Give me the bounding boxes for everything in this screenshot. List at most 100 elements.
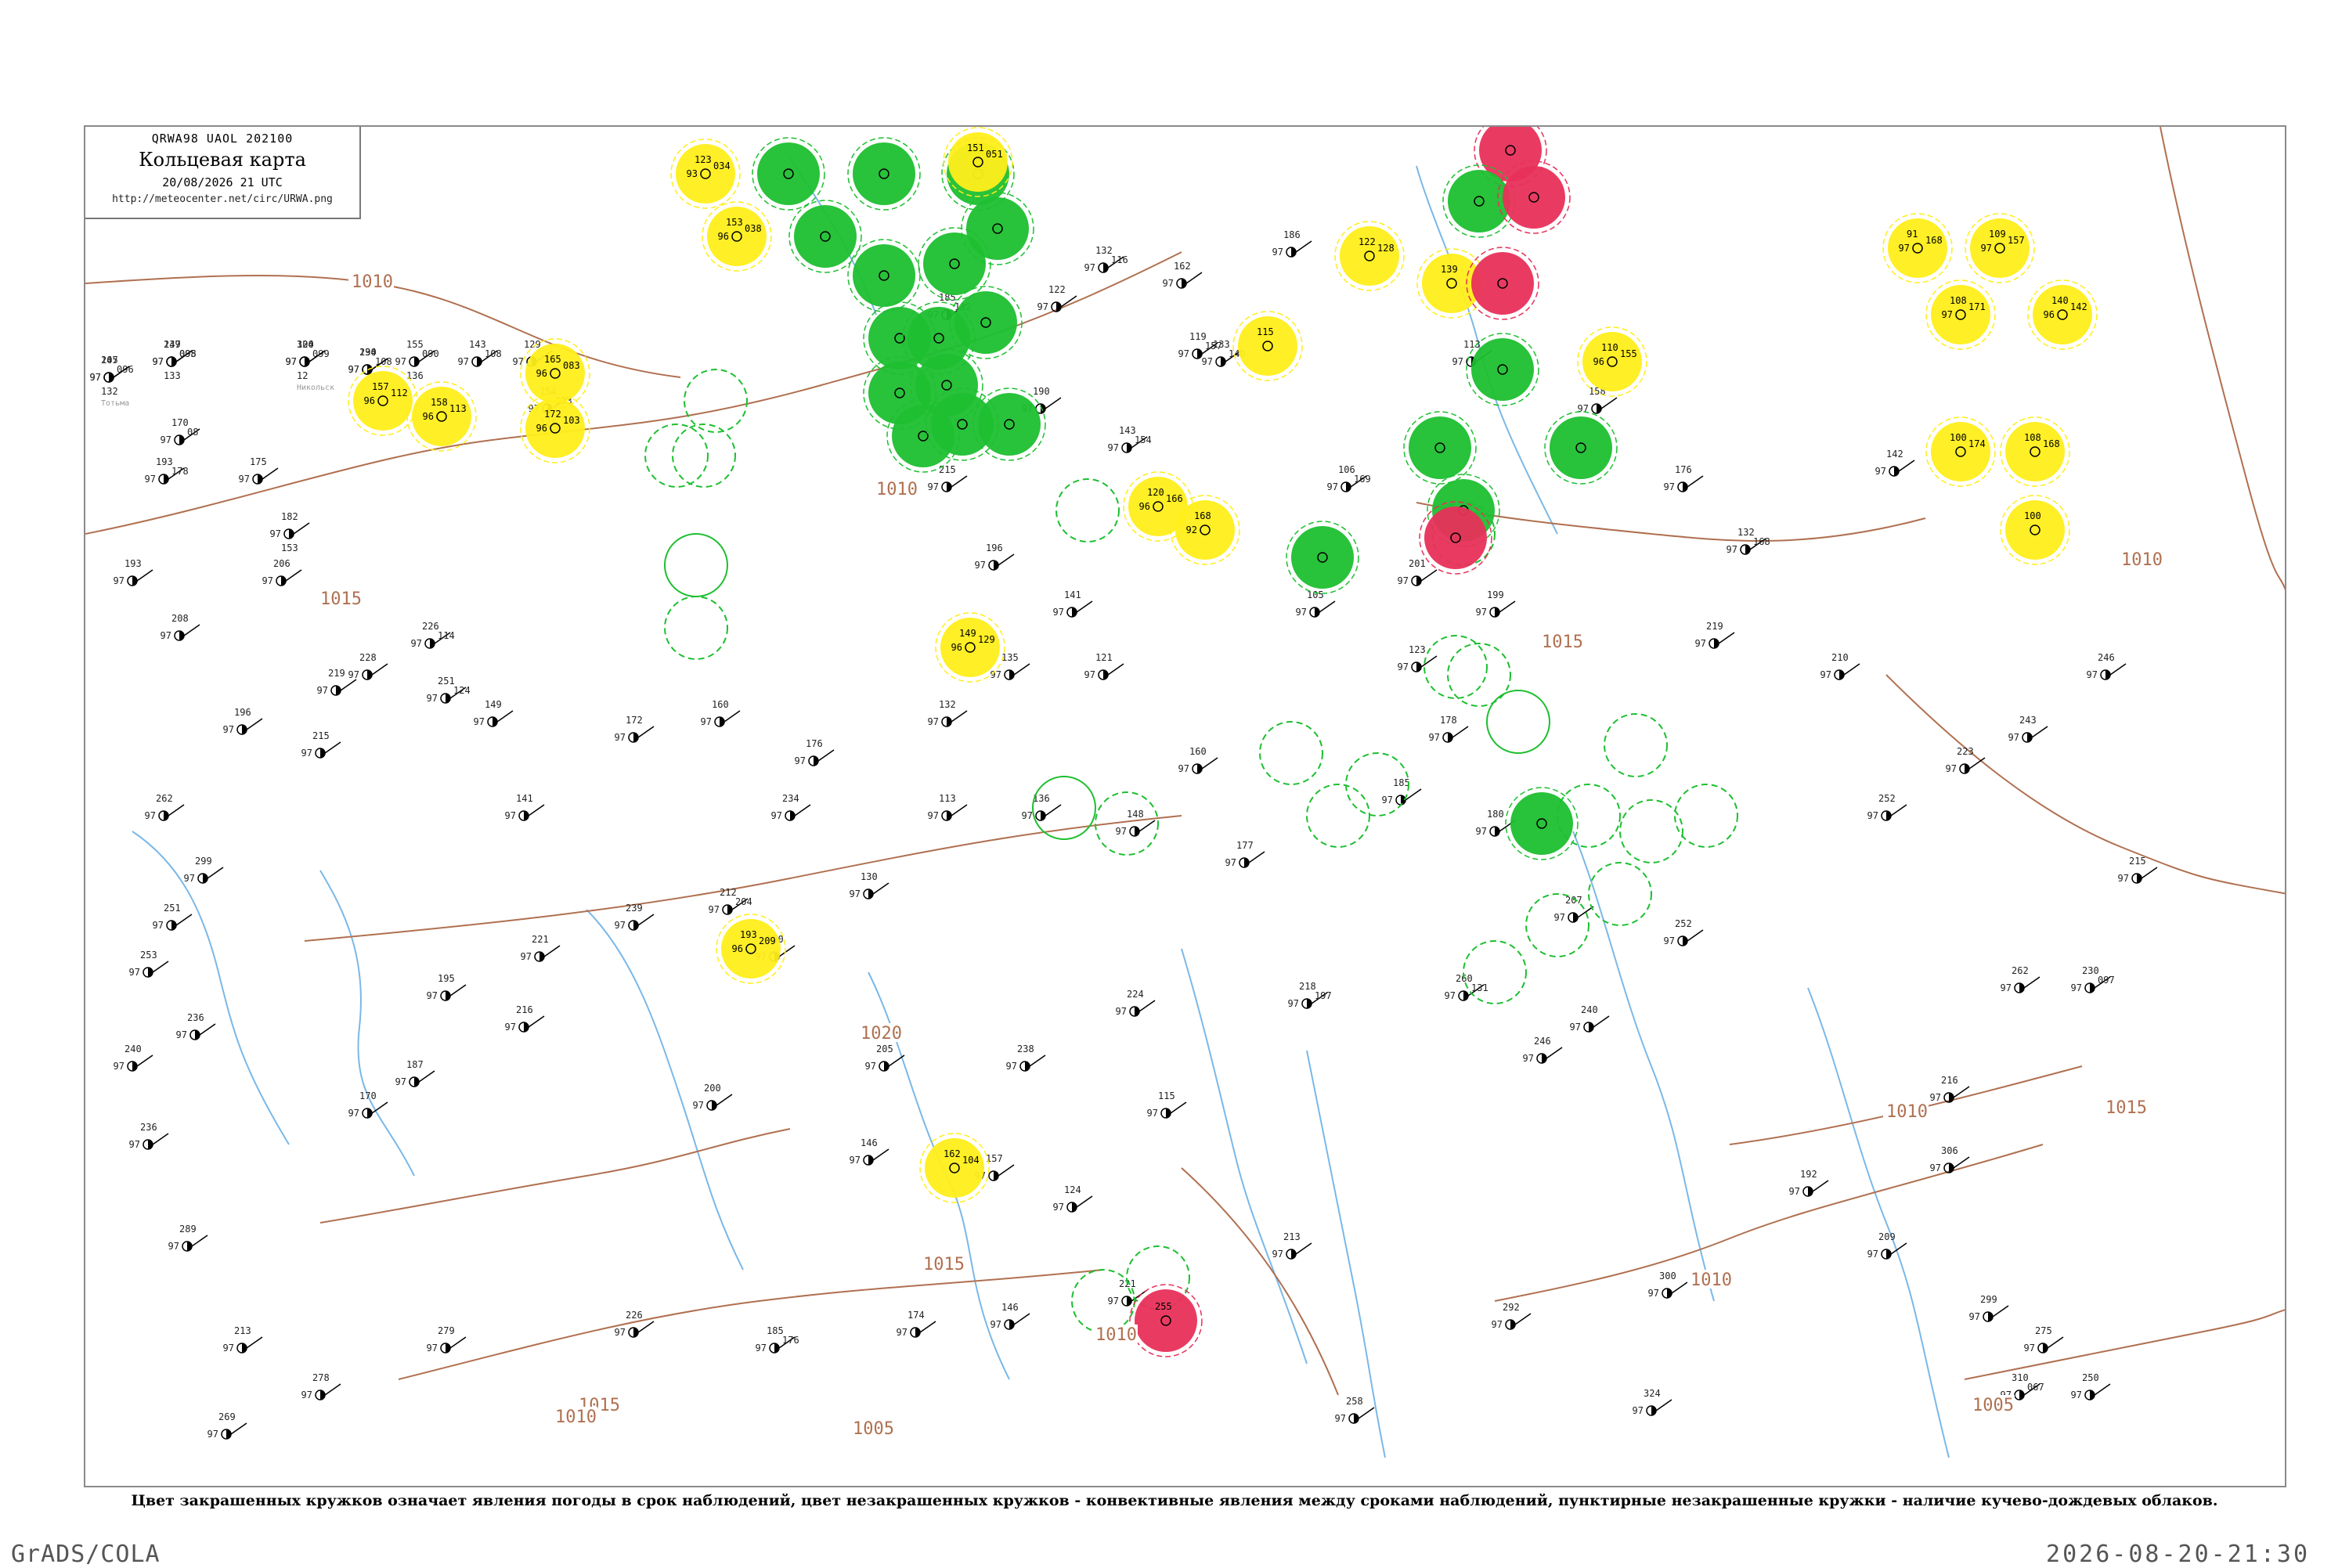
thunderstorm-marker [1286, 521, 1359, 594]
station-top-value: 192 [1800, 1169, 1817, 1180]
station-plot: 25297 [1867, 793, 1907, 821]
station-left-value: 97 [975, 560, 986, 571]
station-right-value: 114 [438, 630, 455, 641]
marker-right-value: 155 [1620, 348, 1637, 359]
station-plot: 17097 [348, 1090, 388, 1119]
station-top-value: 279 [438, 1325, 455, 1336]
station-plot: 14197 [505, 793, 545, 821]
wind-barb [1593, 1015, 1610, 1028]
marker-top-value: 153 [726, 217, 743, 228]
wind-barb [324, 1383, 341, 1396]
cb-cloud-ring [1423, 635, 1488, 699]
station-top-value: 123 [1409, 644, 1426, 655]
marker-right-value: 103 [563, 415, 580, 426]
marker-left-value: 92 [1186, 524, 1197, 535]
wind-barb [998, 553, 1015, 566]
station-plot: 21597 [301, 730, 341, 759]
station-left-value: 97 [928, 810, 939, 821]
station-top-value: 275 [2035, 1325, 2052, 1336]
station-plot: 18597 176 [756, 1325, 799, 1354]
station-left-value: 97 [1108, 442, 1119, 453]
station-top-value: 299 [195, 856, 212, 867]
station-left-value: 97 [114, 575, 124, 586]
station-plot: 18097 [1476, 809, 1516, 837]
station-top-value: 306 [1941, 1145, 1958, 1156]
station-left-value: 97 [701, 716, 712, 727]
wind-barb [528, 1015, 545, 1028]
station-left-value: 97 [1225, 857, 1236, 868]
wind-barb [1655, 1399, 1672, 1411]
station-plot: 17097 08 [161, 417, 200, 445]
station-left-value: 97 [2008, 732, 2019, 743]
station-left-value: 97 [114, 1061, 124, 1072]
isobar-label: 1015 [1542, 633, 1583, 652]
wind-barb [637, 726, 655, 738]
wind-barb [872, 882, 889, 895]
station-plot: 12497 [1053, 1184, 1093, 1213]
shower-marker: 153 96 038 [702, 201, 772, 272]
station-left-value: 97 [1867, 810, 1878, 821]
station-top-value: 230 [2082, 965, 2099, 976]
convective-ring [664, 533, 728, 597]
station-top-value: 146 [861, 1137, 878, 1148]
station-left-value: 97 [1664, 935, 1675, 946]
wind-barb [340, 679, 357, 691]
isobar-label: 1010 [876, 480, 918, 499]
station-plot: 17697 [795, 738, 835, 766]
station-left-value: 97 [2071, 1390, 2082, 1400]
isobar-label: 1010 [2121, 550, 2163, 570]
station-top-value: 155 [406, 339, 424, 350]
station-left-value: 97 [301, 1390, 312, 1400]
station-right-value: 124 [453, 685, 471, 696]
station-left-value: 97 [153, 356, 164, 367]
station-left-value: 97 [427, 1343, 438, 1354]
marker-left-value: 93 [687, 168, 698, 179]
isobar-line [319, 1128, 791, 1224]
station-plot: 19697 [223, 707, 263, 735]
station-plot: 13297 116 [1084, 245, 1128, 273]
station-left-value: 97 [1875, 466, 1886, 477]
station-right-value: 067 [2027, 1382, 2044, 1393]
station-top-value: 219 [328, 668, 345, 679]
station-plot: 16097 [1178, 746, 1218, 774]
station-top-value: 141 [1064, 589, 1081, 600]
station-plot: 27897 [301, 1372, 341, 1400]
station-bottom-value: 153 [281, 542, 298, 553]
wind-barb [888, 1054, 905, 1067]
marker-right-value: 166 [1166, 493, 1183, 504]
map-url: http://meteocenter.net/circ/URWA.png [112, 193, 333, 205]
hail-marker: 255 [1129, 1284, 1203, 1357]
station-plot: 25297 [1664, 918, 1704, 946]
station-left-value: 97 [1445, 990, 1456, 1001]
marker-left-value: 96 [1593, 356, 1604, 367]
wind-barb [2109, 663, 2127, 676]
isobar-label: 1020 [861, 1024, 902, 1044]
station-left-value: 97 [1820, 669, 1831, 680]
wind-barb [1514, 1313, 1532, 1325]
station-plot: 24397 [2008, 715, 2048, 743]
marker-left-value: 96 [732, 943, 743, 954]
marker-disc [721, 919, 781, 979]
station-left-value: 97 [709, 904, 720, 915]
station-plot: 17597 [239, 456, 279, 485]
river-line [319, 870, 415, 1177]
station-left-value: 97 [615, 920, 626, 931]
station-plot: 30697 [1930, 1145, 1970, 1173]
cb-cloud-ring [1306, 784, 1370, 848]
station-left-value: 97 [521, 951, 532, 962]
station-left-value: 97 [161, 630, 171, 641]
marker-top-value: 172 [544, 409, 561, 420]
wind-barb [1420, 655, 1438, 668]
station-left-value: 97 [1163, 278, 1174, 289]
marker-disc [353, 371, 413, 431]
shower-marker: 193 96 209 [716, 914, 786, 984]
station-left-value: 97 [1327, 481, 1338, 492]
station-left-value: 97 [615, 732, 626, 743]
station-left-value: 97 [2071, 982, 2082, 993]
station-left-value: 97 [427, 693, 438, 704]
marker-right-value: 168 [2043, 438, 2060, 449]
wind-barb [1319, 600, 1336, 613]
station-top-value: 208 [171, 613, 189, 624]
station-left-value: 97 [795, 755, 806, 766]
isobar-label: 1005 [1972, 1396, 2014, 1415]
